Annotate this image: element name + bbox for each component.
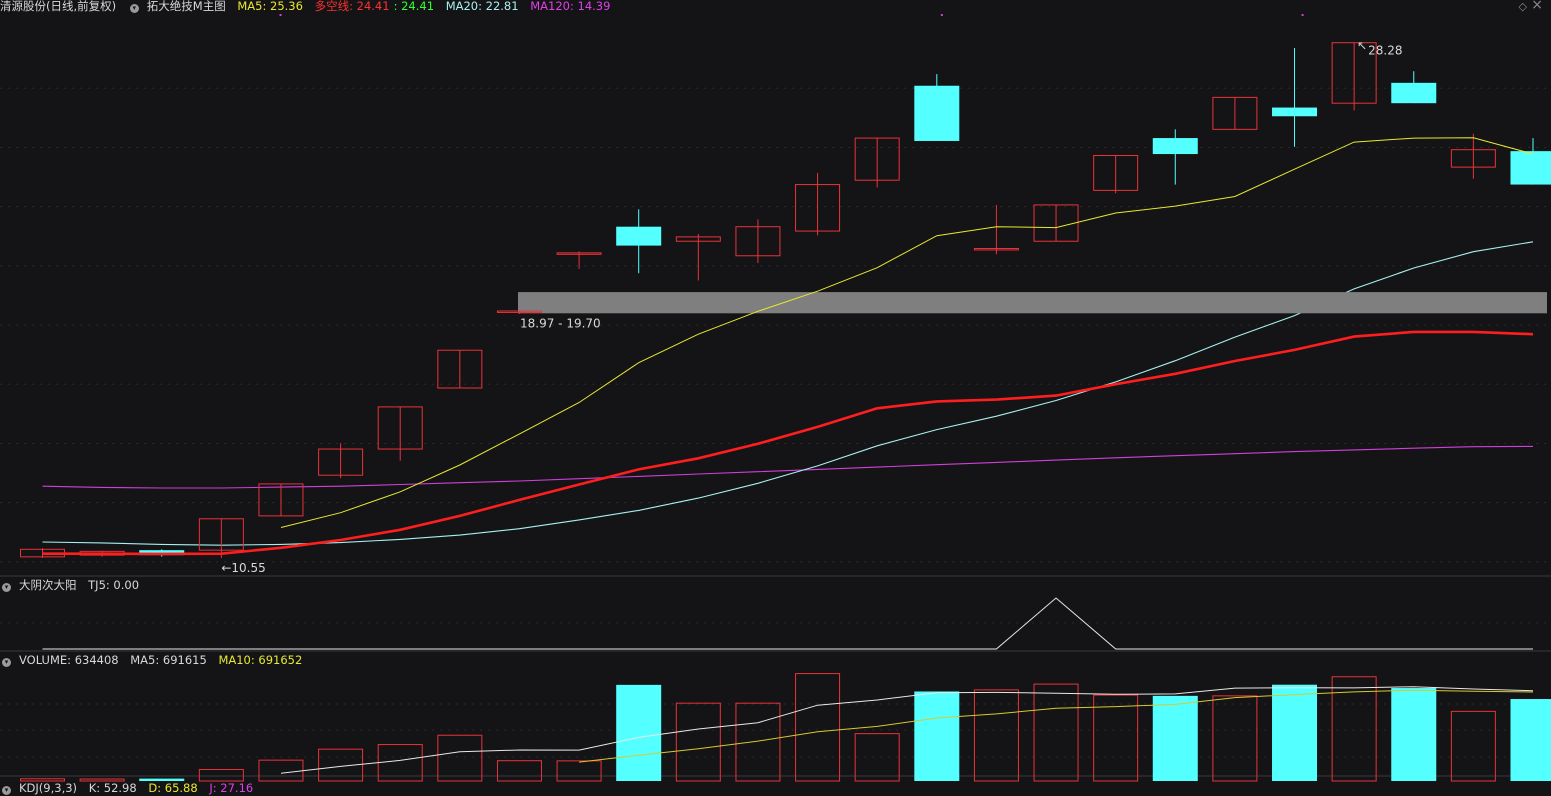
volume-readout[interactable]: VOLUME: 634408 [19, 653, 119, 667]
panel4-header: ▾ KDJ(9,3,3) K: 52.98 D: 65.88 J: 27.16 [0, 780, 261, 796]
dkx-readout: 多空线: 24.41 [315, 0, 390, 13]
panel3-menu-icon[interactable]: ▾ [2, 658, 11, 667]
kdj-d-readout: D: 65.88 [148, 781, 197, 795]
chart-canvas[interactable]: ↖28.28 ←10.55 18.97 - 19.70 [0, 0, 1551, 790]
price-zone [518, 292, 1547, 313]
indicator-name[interactable]: 拓大绝技M主图 [147, 0, 226, 13]
indicator-menu-icon[interactable]: ▾ [130, 4, 139, 13]
panel2-menu-icon[interactable]: ▾ [2, 583, 11, 592]
volume-bar [1213, 696, 1257, 781]
panel4-menu-icon[interactable]: ▾ [2, 786, 11, 795]
volume-bar [1511, 699, 1551, 781]
marker-dot [1302, 14, 1304, 16]
volume-bar [438, 735, 482, 781]
volume-bar [855, 734, 899, 781]
kdj-k-readout: K: 52.98 [89, 781, 137, 795]
stock-name[interactable]: 清源股份 [0, 0, 46, 13]
kdj-title[interactable]: KDJ(9,3,3) [19, 781, 77, 795]
low-price-label: ←10.55 [221, 561, 265, 575]
dkx-line [43, 332, 1534, 554]
high-price-label: 28.28 [1368, 44, 1402, 58]
dkx-readout-2: : 24.41 [394, 0, 434, 13]
candle-body [1511, 151, 1551, 184]
tj5-readout: TJ5: 0.00 [88, 578, 139, 592]
zone-range-label: 18.97 - 19.70 [520, 316, 601, 330]
ma5-line [281, 138, 1533, 528]
volume-bar [557, 761, 601, 781]
vol-ma5-readout: MA5: 691615 [130, 653, 207, 667]
vol-ma10-readout: MA10: 691652 [218, 653, 302, 667]
period-label: (日线,前复权) [46, 0, 116, 13]
volume-bar [1034, 684, 1078, 781]
volume-bar [676, 703, 720, 781]
volume-bar [1153, 696, 1198, 781]
candle-body [1153, 138, 1198, 154]
close-icon[interactable]: × [1531, 0, 1543, 13]
ma20-line [43, 242, 1534, 545]
volume-bar [974, 690, 1018, 781]
tj5-line [43, 598, 1534, 649]
panel2-header: ▾ 大阴次大阳 TJ5: 0.00 [0, 577, 147, 593]
candle-body [1391, 83, 1436, 103]
volume-bar [1391, 688, 1436, 781]
ma120-line [43, 446, 1534, 488]
volume-bar [736, 703, 780, 781]
diamond-icon[interactable]: ◇ [1519, 0, 1527, 13]
kdj-j-readout: J: 27.16 [209, 781, 253, 795]
panel3-header: ▾ VOLUME: 634408 MA5: 691615 MA10: 691652 [0, 652, 310, 668]
volume-bar [1272, 685, 1317, 781]
ma20-readout: MA20: 22.81 [446, 0, 519, 13]
ma120-readout: MA120: 14.39 [530, 0, 610, 13]
candle-body [1272, 108, 1317, 117]
volume-bar [796, 674, 840, 781]
panel2-title[interactable]: 大阴次大阳 [19, 578, 77, 592]
candle-body [616, 227, 661, 246]
volume-bar [1451, 711, 1495, 781]
ma5-readout: MA5: 25.36 [237, 0, 303, 13]
volume-bar [497, 761, 541, 781]
volume-bar [259, 760, 303, 781]
main-chart-header: 清源股份(日线,前复权) ▾ 拓大绝技M主图 MA5: 25.36 多空线: 24… [0, 0, 618, 14]
marker-dot [280, 14, 282, 16]
volume-bar [1094, 695, 1138, 781]
high-arrow-icon: ↖ [1357, 39, 1367, 53]
volume-bar [616, 685, 661, 781]
marker-dot [941, 14, 943, 16]
candle-body [914, 86, 959, 141]
volume-bar [914, 691, 959, 781]
